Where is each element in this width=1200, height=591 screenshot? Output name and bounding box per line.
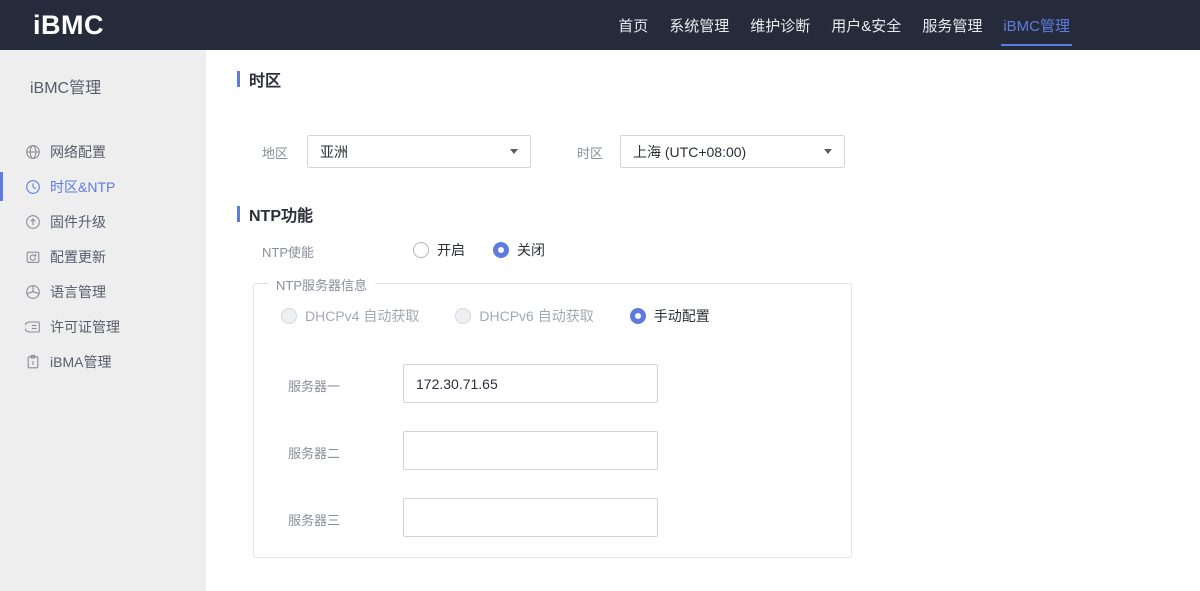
sidebar: iBMC管理 网络配置 时区&NTP 固件升级 配置更新 语言管理 许可证管理 … xyxy=(0,50,206,591)
dhcpv6-auto-option[interactable]: DHCPv6 自动获取 xyxy=(455,306,594,326)
ibma-clipboard-icon xyxy=(25,354,41,370)
radio-disabled-icon[interactable] xyxy=(455,308,472,324)
server-row: 服务器三 xyxy=(254,498,851,537)
sidebar-item-label: 许可证管理 xyxy=(50,318,120,335)
server-three-label: 服务器三 xyxy=(288,513,341,528)
timezone-section-title: 时区 xyxy=(237,67,281,91)
nav-service-management[interactable]: 服务管理 xyxy=(920,0,984,50)
chevron-down-icon xyxy=(510,149,518,154)
nav-system-management[interactable]: 系统管理 xyxy=(667,0,731,50)
app-header: iBMC 首页 系统管理 维护诊断 用户&安全 服务管理 iBMC管理 xyxy=(0,0,1200,50)
server-one-input[interactable] xyxy=(403,364,658,403)
main-content: 时区 地区 亚洲 时区 上海 (UTC+08:00) NTP功能 NTP使能 开… xyxy=(206,50,1200,591)
sidebar-item-language-management[interactable]: 语言管理 xyxy=(0,274,206,309)
ntp-enable-off-option[interactable]: 关闭 xyxy=(493,240,545,260)
ntp-server-info-group: NTP服务器信息 DHCPv4 自动获取 DHCPv6 自动获取 手动配置 服务… xyxy=(253,275,852,558)
radio-disabled-icon[interactable] xyxy=(281,308,297,324)
timezone-select[interactable]: 上海 (UTC+08:00) xyxy=(620,135,845,168)
radio-unchecked-icon[interactable] xyxy=(413,242,429,258)
license-icon xyxy=(25,319,41,335)
region-select[interactable]: 亚洲 xyxy=(307,135,531,168)
nav-home[interactable]: 首页 xyxy=(616,0,650,50)
ntp-server-mode-radio-group: DHCPv4 自动获取 DHCPv6 自动获取 手动配置 xyxy=(281,306,710,326)
sidebar-title: iBMC管理 xyxy=(30,80,102,97)
chevron-down-icon xyxy=(824,149,832,154)
nav-maintenance-diagnostics[interactable]: 维护诊断 xyxy=(748,0,812,50)
sidebar-item-label: iBMA管理 xyxy=(50,353,112,370)
server-three-input[interactable] xyxy=(403,498,658,537)
config-update-icon xyxy=(25,249,41,265)
sidebar-menu: 网络配置 时区&NTP 固件升级 配置更新 语言管理 许可证管理 iBMA管理 xyxy=(0,134,206,379)
nav-users-security[interactable]: 用户&安全 xyxy=(829,0,903,50)
sidebar-item-firmware-upgrade[interactable]: 固件升级 xyxy=(0,204,206,239)
timezone-label: 时区 xyxy=(577,146,604,161)
ntp-server-info-legend: NTP服务器信息 xyxy=(268,275,376,294)
ibmc-logo: iBMC xyxy=(33,9,104,40)
top-navigation: 首页 系统管理 维护诊断 用户&安全 服务管理 iBMC管理 xyxy=(616,0,1072,50)
section-accent-bar xyxy=(237,71,240,87)
radio-checked-icon[interactable] xyxy=(629,308,646,324)
sidebar-item-label: 时区&NTP xyxy=(50,178,116,195)
dhcpv4-auto-option[interactable]: DHCPv4 自动获取 xyxy=(281,306,419,326)
server-row: 服务器一 xyxy=(254,364,851,403)
network-globe-icon xyxy=(25,144,41,160)
sidebar-item-label: 固件升级 xyxy=(50,213,106,230)
sidebar-item-label: 网络配置 xyxy=(50,143,106,160)
ntp-enable-label: NTP使能 xyxy=(262,245,315,260)
server-two-input[interactable] xyxy=(403,431,658,470)
sidebar-item-timezone-ntp[interactable]: 时区&NTP xyxy=(0,169,206,204)
server-row: 服务器二 xyxy=(254,431,851,470)
sidebar-item-license-management[interactable]: 许可证管理 xyxy=(0,309,206,344)
region-label: 地区 xyxy=(262,146,289,161)
sidebar-item-label: 语言管理 xyxy=(50,283,106,300)
timezone-clock-icon xyxy=(25,179,41,195)
server-two-label: 服务器二 xyxy=(288,446,341,461)
manual-config-option[interactable]: 手动配置 xyxy=(629,306,710,326)
language-icon xyxy=(25,284,41,300)
sidebar-item-network-config[interactable]: 网络配置 xyxy=(0,134,206,169)
ntp-enable-on-option[interactable]: 开启 xyxy=(413,240,465,260)
ntp-enable-radio-group: 开启 关闭 xyxy=(413,240,545,260)
ntp-section-title: NTP功能 xyxy=(237,202,313,226)
timezone-select-value: 上海 (UTC+08:00) xyxy=(633,143,747,160)
sidebar-item-label: 配置更新 xyxy=(50,248,106,265)
radio-checked-icon[interactable] xyxy=(493,242,509,258)
firmware-upgrade-icon xyxy=(25,214,41,230)
sidebar-item-config-update[interactable]: 配置更新 xyxy=(0,239,206,274)
sidebar-item-ibma-management[interactable]: iBMA管理 xyxy=(0,344,206,379)
region-select-value: 亚洲 xyxy=(320,143,348,160)
server-one-label: 服务器一 xyxy=(288,379,341,394)
section-accent-bar xyxy=(237,206,240,222)
nav-ibmc-management[interactable]: iBMC管理 xyxy=(1001,0,1072,50)
